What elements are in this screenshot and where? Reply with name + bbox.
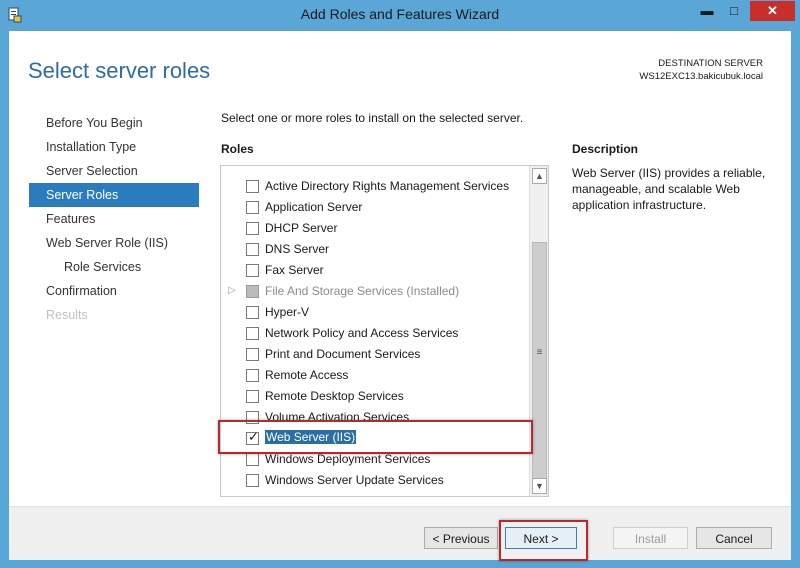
role-checkbox[interactable] [246, 201, 259, 214]
scroll-down-icon[interactable]: ▼ [532, 478, 547, 494]
role-label: Remote Access [265, 368, 349, 382]
nav-item-installation-type[interactable]: Installation Type [29, 135, 199, 159]
nav-item-features[interactable]: Features [29, 207, 199, 231]
role-label: Print and Document Services [265, 347, 421, 361]
minimize-button[interactable]: ▬ [694, 1, 720, 21]
instruction-text: Select one or more roles to install on t… [221, 111, 524, 125]
role-checkbox[interactable] [246, 390, 259, 403]
destination-server-name: WS12EXC13.bakicubuk.local [639, 71, 763, 82]
role-label: Windows Server Update Services [265, 473, 444, 487]
role-label: Remote Desktop Services [265, 389, 404, 403]
role-checkbox[interactable] [246, 222, 259, 235]
role-checkbox[interactable] [246, 453, 259, 466]
role-label: Windows Deployment Services [265, 452, 431, 466]
expand-arrow-icon[interactable]: ▷ [228, 285, 236, 296]
role-item[interactable]: Windows Server Update Services [221, 470, 521, 491]
cancel-button[interactable]: Cancel [696, 527, 772, 549]
description-text: Web Server (IIS) provides a reliable, ma… [572, 166, 766, 212]
role-item[interactable]: DNS Server [221, 239, 521, 260]
wizard-window: Add Roles and Features Wizard ▬ □ ✕ Sele… [0, 0, 800, 568]
role-label: Active Directory Rights Management Servi… [265, 179, 510, 193]
role-label: DHCP Server [265, 221, 338, 235]
maximize-button[interactable]: □ [720, 1, 748, 21]
scroll-thumb[interactable]: ≡ [532, 242, 547, 479]
role-item[interactable]: Active Directory Rights Management Servi… [221, 176, 521, 197]
role-label: File And Storage Services (Installed) [265, 284, 460, 298]
wizard-content: Select server roles DESTINATION SERVER W… [9, 31, 791, 561]
role-checkbox[interactable] [246, 327, 259, 340]
destination-server-label: DESTINATION SERVER [658, 58, 763, 69]
role-item[interactable]: Fax Server [221, 260, 521, 281]
nav-item-confirmation[interactable]: Confirmation [29, 279, 199, 303]
role-checkbox[interactable] [246, 264, 259, 277]
role-item[interactable]: Hyper-V [221, 302, 521, 323]
window-title: Add Roles and Features Wizard [300, 6, 500, 22]
role-label: Fax Server [265, 263, 324, 277]
role-item[interactable]: Remote Access [221, 365, 521, 386]
role-item[interactable]: Network Policy and Access Services [221, 323, 521, 344]
web-server-highlight-box [218, 420, 533, 454]
nav-item-results: Results [46, 308, 88, 322]
role-item[interactable]: DHCP Server [221, 218, 521, 239]
role-label: DNS Server [265, 242, 330, 256]
close-icon: ✕ [767, 3, 778, 18]
close-button[interactable]: ✕ [750, 1, 795, 21]
next-highlight-box [499, 520, 588, 561]
wizard-nav: Before You Begin Installation Type Serve… [29, 111, 199, 327]
role-checkbox[interactable] [246, 243, 259, 256]
role-checkbox[interactable] [246, 180, 259, 193]
description-heading: Description [572, 142, 639, 156]
scroll-up-icon[interactable]: ▲ [532, 168, 547, 184]
nav-item-role-services[interactable]: Role Services [29, 255, 199, 279]
role-checkbox[interactable] [246, 348, 259, 361]
previous-button[interactable]: < Previous [424, 527, 498, 549]
role-label: Application Server [265, 200, 363, 214]
role-item[interactable]: Application Server [221, 197, 521, 218]
wizard-footer: < Previous Next > Install Cancel [9, 506, 791, 561]
role-checkbox[interactable] [246, 306, 259, 319]
nav-item-before-you-begin[interactable]: Before You Begin [29, 111, 199, 135]
minimize-icon: ▬ [700, 3, 714, 18]
nav-item-web-server-role[interactable]: Web Server Role (IIS) [29, 231, 199, 255]
destination-server-info: DESTINATION SERVER WS12EXC13.bakicubuk.l… [639, 57, 763, 83]
role-item[interactable]: ▷ File And Storage Services (Installed) [221, 281, 521, 302]
install-button: Install [613, 527, 688, 549]
title-bar[interactable]: Add Roles and Features Wizard ▬ □ ✕ [0, 0, 800, 30]
role-item[interactable]: Print and Document Services [221, 344, 521, 365]
role-label: Hyper-V [265, 305, 310, 319]
role-checkbox [246, 285, 259, 298]
roles-heading: Roles [221, 142, 254, 156]
nav-item-server-roles[interactable]: Server Roles [29, 183, 199, 207]
grip-icon: ≡ [536, 347, 543, 358]
role-label: Network Policy and Access Services [265, 326, 459, 340]
nav-item-server-selection[interactable]: Server Selection [29, 159, 199, 183]
role-checkbox[interactable] [246, 474, 259, 487]
maximize-icon: □ [730, 3, 738, 18]
role-checkbox[interactable] [246, 369, 259, 382]
role-item[interactable]: Remote Desktop Services [221, 386, 521, 407]
page-title: Select server roles [28, 58, 211, 83]
